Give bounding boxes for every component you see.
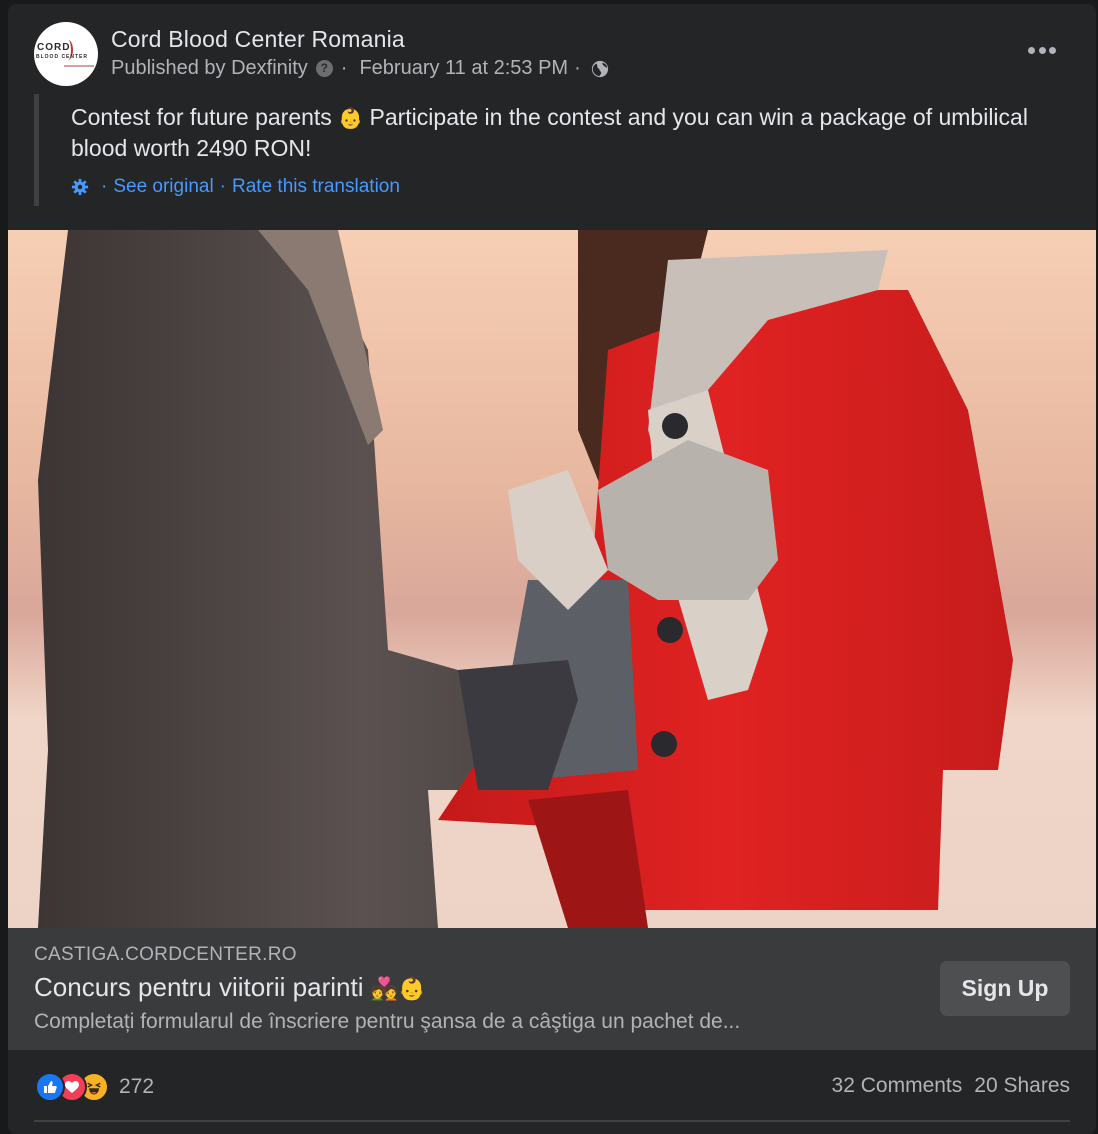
coat-button	[651, 731, 677, 757]
more-options-button[interactable]	[1028, 42, 1056, 58]
post-timestamp[interactable]: February 11 at 2:53 PM	[359, 57, 568, 80]
post-text: Contest for future parents 👶 Participate…	[71, 102, 1061, 163]
reaction-count: 272	[119, 1075, 155, 1098]
link-domain: CASTIGA.CORDCENTER.RO	[34, 944, 297, 965]
link-separator: ·	[219, 176, 226, 197]
translation-links: · See original · Rate this translation	[71, 176, 400, 198]
post-stats: 32 Comments 20 Shares	[832, 1074, 1070, 1098]
comments-count-link[interactable]: 32 Comments	[832, 1074, 963, 1098]
link-title-text: Concurs pentru viitorii parinti	[34, 972, 364, 1002]
rate-translation-link[interactable]: Rate this translation	[232, 176, 400, 198]
like-icon	[35, 1072, 65, 1102]
globe-icon[interactable]	[591, 60, 609, 78]
baby-emoji-icon: 👶	[338, 106, 364, 130]
sign-up-button[interactable]: Sign Up	[940, 961, 1070, 1016]
photo-illustration	[8, 230, 1096, 928]
avatar-logo-subtext: BLOOD CENTER	[36, 54, 88, 60]
meta-separator: ·	[574, 57, 581, 79]
feed-post: CORD BLOOD CENTER Cord Blood Center Roma…	[8, 4, 1096, 1134]
link-separator: ·	[101, 176, 108, 197]
link-title: Concurs pentru viitorii parinti 💑👶	[34, 972, 426, 1003]
post-text-part1: Contest for future parents	[71, 104, 332, 130]
engagement-bar: 272 32 Comments 20 Shares	[8, 1050, 1096, 1130]
link-description: Completați formularul de înscriere pentr…	[34, 1010, 741, 1033]
link-preview-card[interactable]: CASTIGA.CORDCENTER.RO Concurs pentru vii…	[8, 928, 1096, 1050]
shares-count-link[interactable]: 20 Shares	[974, 1074, 1070, 1098]
more-options-icon	[1028, 46, 1035, 54]
post-photo[interactable]	[8, 230, 1096, 928]
published-by: Published by Dexfinity	[111, 57, 308, 79]
couple-baby-emoji-icon: 💑👶	[370, 976, 426, 1001]
coat-button	[657, 617, 683, 643]
page-avatar[interactable]: CORD BLOOD CENTER	[34, 22, 98, 86]
question-icon[interactable]: ?	[315, 60, 333, 77]
translated-post-body: Contest for future parents 👶 Participate…	[34, 94, 1074, 206]
reactions-summary[interactable]: 272	[35, 1072, 154, 1102]
avatar-logo-tagline	[64, 65, 94, 67]
coat-button	[662, 413, 688, 439]
gear-icon[interactable]	[71, 178, 89, 196]
post-meta: Published by Dexfinity ? · February 11 a…	[111, 57, 609, 80]
page-name-link[interactable]: Cord Blood Center Romania	[111, 26, 405, 53]
see-original-link[interactable]: See original	[113, 176, 213, 198]
meta-separator: ·	[340, 57, 348, 79]
post-header: CORD BLOOD CENTER Cord Blood Center Roma…	[8, 4, 1096, 94]
